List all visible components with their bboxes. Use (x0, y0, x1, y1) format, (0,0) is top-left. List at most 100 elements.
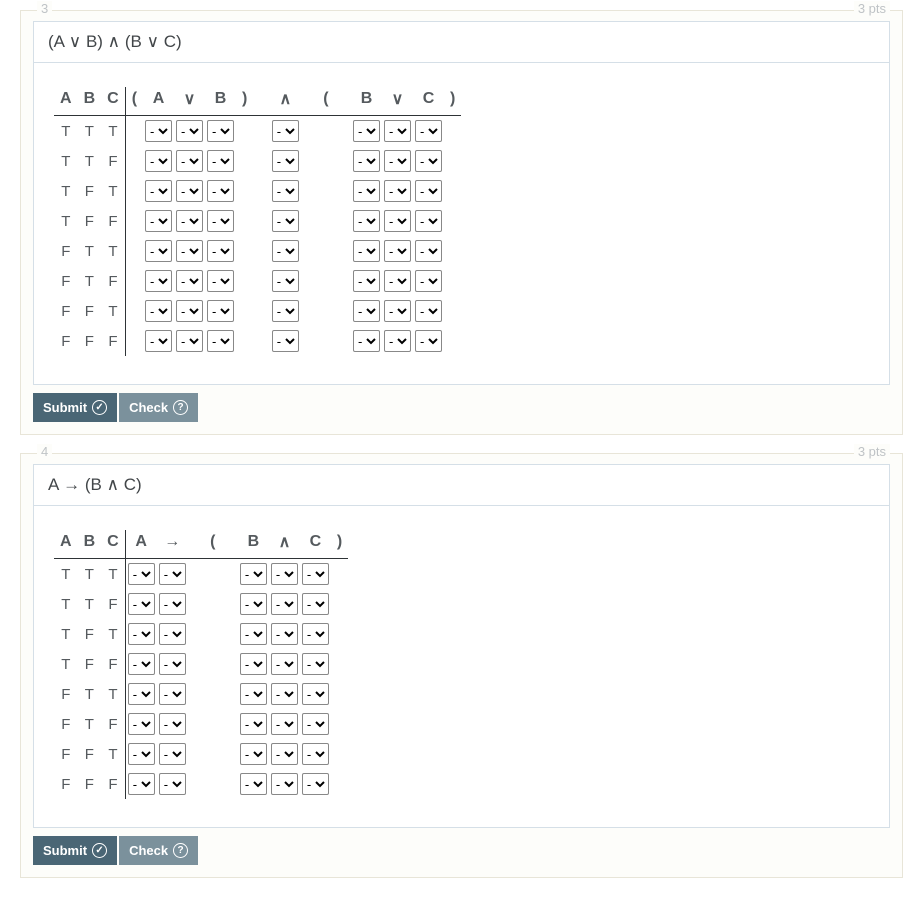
truth-value-select[interactable]: - (176, 300, 203, 322)
truth-value-select[interactable]: - (145, 300, 172, 322)
truth-value-select[interactable]: - (353, 270, 380, 292)
truth-value-select[interactable]: - (145, 150, 172, 172)
truth-value-select[interactable]: - (271, 563, 298, 585)
truth-value-select[interactable]: - (207, 210, 234, 232)
truth-value-select[interactable]: - (415, 300, 442, 322)
truth-value-select[interactable]: - (384, 150, 411, 172)
truth-value-select[interactable]: - (353, 330, 380, 352)
truth-value-select[interactable]: - (384, 210, 411, 232)
truth-value-select[interactable]: - (128, 563, 155, 585)
truth-value-select[interactable]: - (176, 180, 203, 202)
truth-value-select[interactable]: - (240, 653, 267, 675)
truth-value-select[interactable]: - (128, 623, 155, 645)
truth-value-select[interactable]: - (302, 563, 329, 585)
truth-value-select[interactable]: - (240, 773, 267, 795)
truth-value-select[interactable]: - (240, 563, 267, 585)
truth-value-select[interactable]: - (353, 240, 380, 262)
truth-value-select[interactable]: - (207, 120, 234, 142)
truth-value-select[interactable]: - (128, 773, 155, 795)
truth-value-select[interactable]: - (128, 743, 155, 765)
truth-value-select[interactable]: - (272, 330, 299, 352)
truth-value-select[interactable]: - (207, 180, 234, 202)
truth-value-select[interactable]: - (353, 210, 380, 232)
truth-value-select[interactable]: - (159, 593, 186, 615)
truth-value-select[interactable]: - (353, 150, 380, 172)
truth-value-select[interactable]: - (415, 240, 442, 262)
truth-value-select[interactable]: - (384, 330, 411, 352)
truth-value-select[interactable]: - (272, 300, 299, 322)
truth-value-select[interactable]: - (272, 210, 299, 232)
truth-value-select[interactable]: - (145, 180, 172, 202)
truth-value-select[interactable]: - (207, 270, 234, 292)
truth-value-select[interactable]: - (384, 270, 411, 292)
check-button[interactable]: Check? (119, 836, 198, 865)
truth-value-select[interactable]: - (207, 300, 234, 322)
truth-value-select[interactable]: - (145, 210, 172, 232)
truth-value-select[interactable]: - (159, 713, 186, 735)
truth-value-select[interactable]: - (271, 773, 298, 795)
truth-value-select[interactable]: - (145, 240, 172, 262)
truth-value-select[interactable]: - (240, 683, 267, 705)
truth-value-select[interactable]: - (207, 330, 234, 352)
truth-value-select[interactable]: - (384, 240, 411, 262)
truth-value-select[interactable]: - (302, 623, 329, 645)
truth-value-select[interactable]: - (415, 120, 442, 142)
truth-value-select[interactable]: - (176, 150, 203, 172)
truth-value-select[interactable]: - (159, 743, 186, 765)
truth-value-select[interactable]: - (128, 653, 155, 675)
truth-value-select[interactable]: - (176, 330, 203, 352)
truth-value-select[interactable]: - (240, 623, 267, 645)
truth-value-select[interactable]: - (415, 180, 442, 202)
truth-value-select[interactable]: - (176, 270, 203, 292)
truth-value-select[interactable]: - (271, 713, 298, 735)
truth-value-select[interactable]: - (302, 683, 329, 705)
truth-value-select[interactable]: - (415, 330, 442, 352)
truth-value-select[interactable]: - (145, 120, 172, 142)
truth-value-select[interactable]: - (302, 593, 329, 615)
truth-value-select[interactable]: - (159, 773, 186, 795)
truth-value-select[interactable]: - (384, 180, 411, 202)
truth-value-select[interactable]: - (415, 210, 442, 232)
truth-value-select[interactable]: - (272, 120, 299, 142)
truth-value-select[interactable]: - (128, 713, 155, 735)
truth-value-select[interactable]: - (384, 300, 411, 322)
submit-button[interactable]: Submit✓ (33, 836, 117, 865)
truth-value-select[interactable]: - (353, 120, 380, 142)
truth-value-select[interactable]: - (159, 563, 186, 585)
truth-value-select[interactable]: - (415, 150, 442, 172)
truth-value-select[interactable]: - (240, 593, 267, 615)
truth-value-select[interactable]: - (271, 623, 298, 645)
truth-value-select[interactable]: - (176, 120, 203, 142)
truth-value-select[interactable]: - (159, 683, 186, 705)
truth-value-select[interactable]: - (271, 683, 298, 705)
submit-button[interactable]: Submit✓ (33, 393, 117, 422)
truth-value-select[interactable]: - (415, 270, 442, 292)
truth-value-select[interactable]: - (272, 180, 299, 202)
truth-value-select[interactable]: - (302, 713, 329, 735)
truth-value-select[interactable]: - (271, 593, 298, 615)
truth-value-select[interactable]: - (353, 180, 380, 202)
truth-value-select[interactable]: - (128, 683, 155, 705)
truth-value-select[interactable]: - (176, 210, 203, 232)
truth-value-select[interactable]: - (302, 743, 329, 765)
truth-value-select[interactable]: - (159, 623, 186, 645)
truth-value-select[interactable]: - (302, 773, 329, 795)
truth-value-select[interactable]: - (353, 300, 380, 322)
truth-value-select[interactable]: - (271, 653, 298, 675)
truth-value-select[interactable]: - (272, 150, 299, 172)
truth-value-select[interactable]: - (384, 120, 411, 142)
truth-value-select[interactable]: - (207, 150, 234, 172)
truth-value-select[interactable]: - (145, 270, 172, 292)
truth-value-select[interactable]: - (240, 743, 267, 765)
truth-value-select[interactable]: - (145, 330, 172, 352)
truth-value-select[interactable]: - (272, 270, 299, 292)
check-button[interactable]: Check? (119, 393, 198, 422)
truth-value-select[interactable]: - (272, 240, 299, 262)
truth-value-select[interactable]: - (159, 653, 186, 675)
truth-value-select[interactable]: - (240, 713, 267, 735)
truth-value-select[interactable]: - (207, 240, 234, 262)
truth-value-select[interactable]: - (302, 653, 329, 675)
truth-value-select[interactable]: - (128, 593, 155, 615)
truth-value-select[interactable]: - (271, 743, 298, 765)
truth-value-select[interactable]: - (176, 240, 203, 262)
